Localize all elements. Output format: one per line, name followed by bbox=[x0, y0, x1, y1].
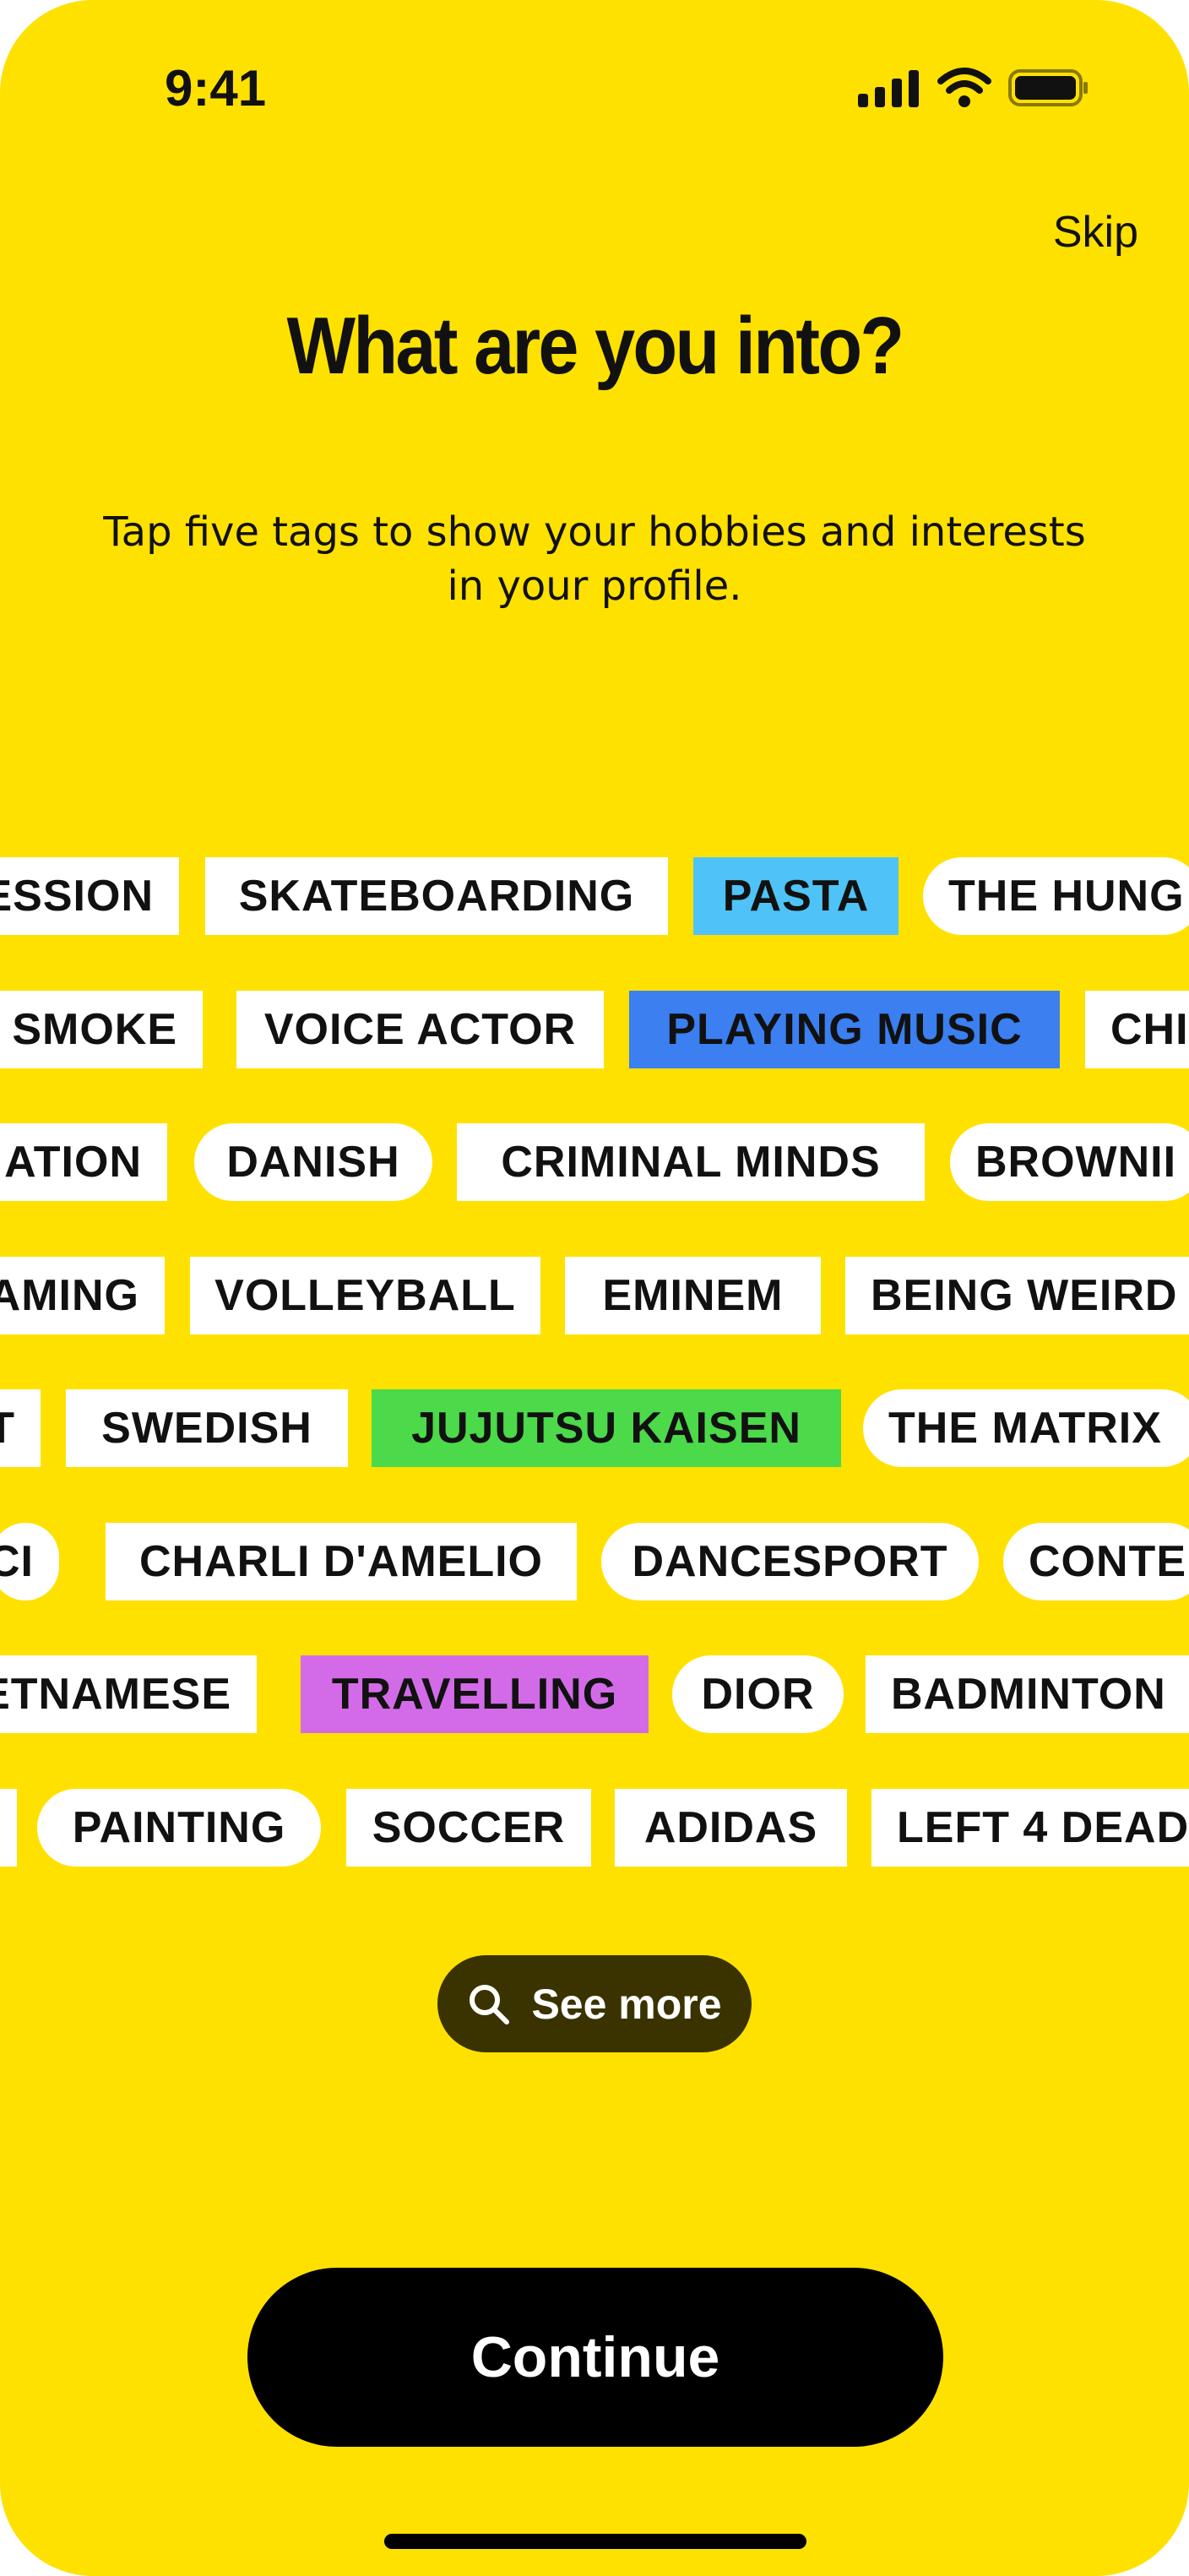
tag-row: AMING VOLLEYBALL EMINEM BEING WEIRD bbox=[0, 1253, 1189, 1337]
interest-tag[interactable]: ADIDAS bbox=[615, 1789, 847, 1867]
interest-tag[interactable]: BADMINTON bbox=[866, 1655, 1189, 1733]
interest-tag[interactable]: SOCCER bbox=[346, 1789, 591, 1867]
interest-tag[interactable]: JUJUTSU KAISEN bbox=[372, 1389, 841, 1467]
interest-tag[interactable]: PAINTING bbox=[37, 1789, 321, 1867]
interest-tag[interactable]: SMOKE bbox=[0, 991, 203, 1068]
interest-tag[interactable]: T bbox=[0, 1389, 41, 1467]
page-subtitle: Tap five tags to show your hobbies and i… bbox=[103, 508, 1086, 610]
interest-tag[interactable]: AMING bbox=[0, 1257, 165, 1334]
phone-screen: 9:41 Skip What are you into? Tap five ta… bbox=[0, 0, 1189, 2576]
interest-tag[interactable]: THE MATRIX bbox=[863, 1389, 1189, 1467]
status-time: 9:41 bbox=[165, 60, 267, 117]
interest-tag[interactable]: EMINEM bbox=[565, 1257, 821, 1334]
see-more-button[interactable]: See more bbox=[437, 1955, 752, 2052]
interest-tag[interactable]: BEING WEIRD bbox=[845, 1257, 1189, 1334]
interest-tag[interactable]: VOICE ACTOR bbox=[236, 991, 604, 1068]
interest-tag[interactable]: VOLLEYBALL bbox=[190, 1257, 540, 1334]
interest-tag[interactable]: DANISH bbox=[194, 1123, 432, 1201]
tag-row: T SWEDISH JUJUTSU KAISEN THE MATRIX bbox=[0, 1385, 1189, 1470]
interest-tag[interactable]: LEFT 4 DEAD bbox=[871, 1789, 1189, 1867]
interest-tag[interactable]: PLAYING MUSIC bbox=[629, 991, 1060, 1068]
interest-tag[interactable]: CHI bbox=[1085, 991, 1189, 1068]
interest-tag[interactable]: DANCESPORT bbox=[601, 1523, 979, 1600]
page-title: What are you into? bbox=[286, 301, 905, 391]
interest-tag[interactable]: CHARLI D'AMELIO bbox=[106, 1523, 577, 1600]
see-more-label: See more bbox=[531, 1980, 722, 2028]
battery-icon bbox=[1008, 69, 1088, 106]
wifi-icon bbox=[937, 68, 991, 107]
tag-row: ESSION SKATEBOARDING PASTA THE HUNG bbox=[0, 853, 1189, 937]
interest-tag[interactable]: THE HUNG bbox=[923, 857, 1189, 935]
interest-tag[interactable]: ETNAMESE bbox=[0, 1655, 257, 1733]
interest-tags: ESSION SKATEBOARDING PASTA THE HUNG SMOKE VOI… bbox=[0, 853, 1189, 1883]
interest-tag[interactable]: CI bbox=[0, 1523, 59, 1600]
interest-tag[interactable]: CONTE bbox=[1003, 1523, 1189, 1600]
home-indicator bbox=[384, 2534, 806, 2549]
interest-tag[interactable]: SKATEBOARDING bbox=[205, 857, 668, 935]
tag-row: ETNAMESE TRAVELLING DIOR BADMINTON bbox=[0, 1651, 1189, 1736]
interest-tag[interactable]: TRAVELLING bbox=[301, 1655, 649, 1733]
interest-tag[interactable]: DIOR bbox=[672, 1655, 844, 1733]
interest-tag[interactable]: PASTA bbox=[693, 857, 899, 935]
search-icon bbox=[470, 1984, 510, 2024]
tag-row: SMOKE VOICE ACTOR PLAYING MUSIC CHI bbox=[0, 986, 1189, 1071]
continue-button[interactable]: Continue bbox=[247, 2268, 943, 2447]
tag-row: CI CHARLI D'AMELIO DANCESPORT CONTE bbox=[0, 1519, 1189, 1603]
cellular-signal-icon bbox=[858, 70, 919, 107]
interest-tag[interactable]: SWEDISH bbox=[66, 1389, 348, 1467]
tag-row: ATION DANISH CRIMINAL MINDS BROWNII bbox=[0, 1119, 1189, 1204]
skip-button[interactable]: Skip bbox=[1053, 207, 1138, 258]
interest-tag[interactable]: CRIMINAL MINDS bbox=[457, 1123, 925, 1201]
tag-row: PAINTING SOCCER ADIDAS LEFT 4 DEAD bbox=[0, 1785, 1189, 1869]
continue-label: Continue bbox=[470, 2325, 720, 2389]
interest-tag[interactable]: BROWNII bbox=[950, 1123, 1189, 1201]
status-icons bbox=[858, 68, 1089, 108]
interest-tag[interactable]: ATION bbox=[0, 1123, 167, 1201]
interest-tag[interactable] bbox=[0, 1789, 17, 1867]
interest-tag[interactable]: ESSION bbox=[0, 857, 179, 935]
